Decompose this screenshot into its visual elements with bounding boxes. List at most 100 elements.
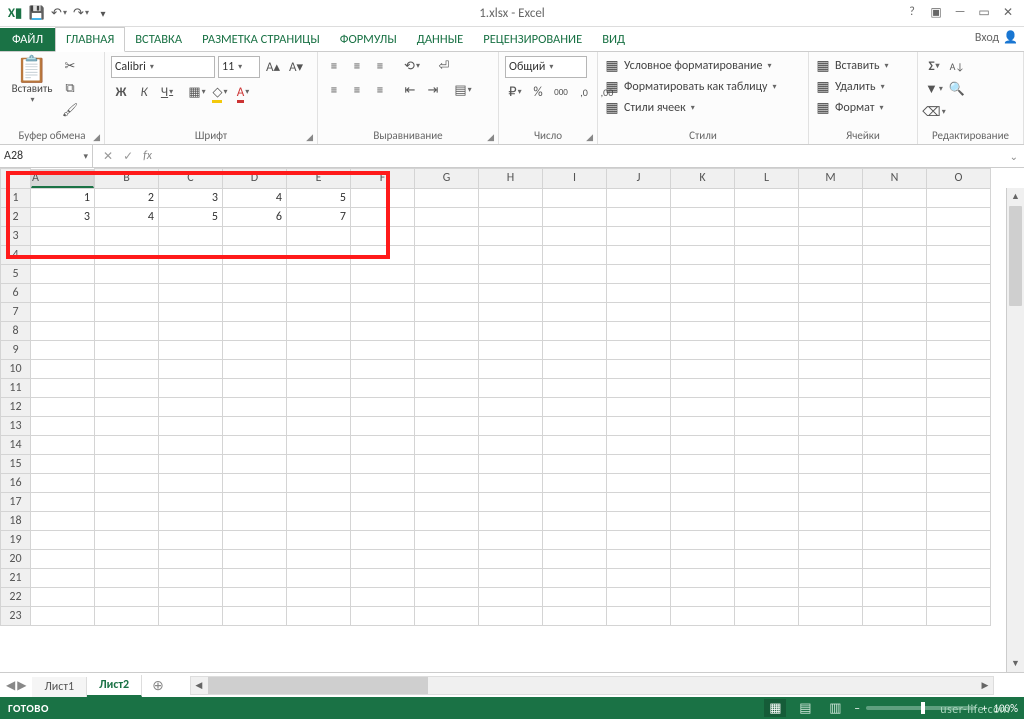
cell[interactable] bbox=[735, 264, 799, 283]
cell[interactable] bbox=[543, 264, 607, 283]
row-header[interactable]: 7 bbox=[1, 302, 31, 321]
cell[interactable] bbox=[671, 492, 735, 511]
column-header[interactable]: K bbox=[671, 169, 735, 189]
cell[interactable] bbox=[799, 549, 863, 568]
cell[interactable] bbox=[287, 530, 351, 549]
cell[interactable] bbox=[351, 340, 415, 359]
cut-icon[interactable]: ✂ bbox=[60, 56, 80, 76]
cell[interactable] bbox=[863, 245, 927, 264]
normal-view-icon[interactable]: ▦ bbox=[764, 699, 786, 717]
wrap-text-icon[interactable]: ⏎ bbox=[434, 56, 454, 76]
cell[interactable] bbox=[735, 435, 799, 454]
sign-in[interactable]: Вход👤 bbox=[975, 30, 1018, 45]
cell[interactable] bbox=[95, 359, 159, 378]
cell[interactable] bbox=[735, 302, 799, 321]
cell[interactable] bbox=[223, 245, 287, 264]
cell[interactable] bbox=[543, 606, 607, 625]
cell[interactable] bbox=[415, 587, 479, 606]
cell[interactable] bbox=[927, 340, 991, 359]
cell[interactable] bbox=[927, 378, 991, 397]
cell[interactable] bbox=[223, 416, 287, 435]
cell[interactable] bbox=[223, 397, 287, 416]
cell[interactable] bbox=[415, 340, 479, 359]
row-header[interactable]: 5 bbox=[1, 264, 31, 283]
cell[interactable] bbox=[927, 264, 991, 283]
cell[interactable] bbox=[351, 264, 415, 283]
align-center-icon[interactable]: ≡ bbox=[347, 80, 367, 100]
tab-review[interactable]: РЕЦЕНЗИРОВАНИЕ bbox=[473, 28, 592, 51]
cell[interactable] bbox=[543, 188, 607, 207]
cell[interactable] bbox=[479, 283, 543, 302]
cell[interactable] bbox=[927, 245, 991, 264]
cell[interactable] bbox=[735, 188, 799, 207]
column-header[interactable]: J bbox=[607, 169, 671, 189]
cell[interactable] bbox=[31, 549, 95, 568]
cell[interactable] bbox=[607, 340, 671, 359]
cell[interactable] bbox=[735, 397, 799, 416]
cell[interactable] bbox=[735, 530, 799, 549]
enter-formula-icon[interactable]: ✓ bbox=[123, 149, 133, 164]
row-header[interactable]: 3 bbox=[1, 226, 31, 245]
cell[interactable] bbox=[863, 378, 927, 397]
cell[interactable] bbox=[351, 492, 415, 511]
cell[interactable] bbox=[159, 302, 223, 321]
cell[interactable] bbox=[479, 264, 543, 283]
undo-icon[interactable]: ↶▾ bbox=[48, 2, 70, 24]
cell[interactable]: 4 bbox=[223, 188, 287, 207]
cell[interactable] bbox=[31, 530, 95, 549]
decrease-indent-icon[interactable]: ⇤ bbox=[400, 80, 420, 100]
align-left-icon[interactable]: ≡ bbox=[324, 80, 344, 100]
cell[interactable] bbox=[863, 454, 927, 473]
cell[interactable] bbox=[31, 492, 95, 511]
cell[interactable] bbox=[479, 245, 543, 264]
cell[interactable] bbox=[863, 435, 927, 454]
cell[interactable] bbox=[95, 416, 159, 435]
minimize-icon[interactable]: — bbox=[948, 0, 972, 24]
cell[interactable] bbox=[607, 568, 671, 587]
cell[interactable]: 4 bbox=[95, 207, 159, 226]
cell[interactable] bbox=[799, 454, 863, 473]
cell[interactable] bbox=[735, 473, 799, 492]
cell[interactable] bbox=[31, 435, 95, 454]
cell[interactable] bbox=[543, 283, 607, 302]
cell[interactable] bbox=[31, 321, 95, 340]
increase-indent-icon[interactable]: ⇥ bbox=[423, 80, 443, 100]
cell[interactable] bbox=[479, 207, 543, 226]
cell[interactable] bbox=[671, 321, 735, 340]
cell[interactable] bbox=[671, 606, 735, 625]
cell[interactable] bbox=[863, 606, 927, 625]
cell[interactable] bbox=[159, 245, 223, 264]
align-right-icon[interactable]: ≡ bbox=[370, 80, 390, 100]
cell[interactable] bbox=[799, 435, 863, 454]
scroll-down-icon[interactable]: ▼ bbox=[1007, 655, 1024, 672]
cell[interactable]: 5 bbox=[159, 207, 223, 226]
delete-cells-button[interactable]: ▦Удалить▾ bbox=[815, 77, 889, 96]
bold-button[interactable]: Ж bbox=[111, 82, 131, 102]
dialog-launcher-icon[interactable]: ◢ bbox=[306, 132, 313, 143]
tab-page-layout[interactable]: РАЗМЕТКА СТРАНИЦЫ bbox=[192, 28, 330, 51]
format-cells-button[interactable]: ▦Формат▾ bbox=[815, 98, 889, 117]
cell[interactable] bbox=[543, 530, 607, 549]
cell[interactable] bbox=[799, 302, 863, 321]
cell[interactable] bbox=[927, 188, 991, 207]
cell[interactable] bbox=[95, 587, 159, 606]
cell[interactable]: 2 bbox=[95, 188, 159, 207]
cell[interactable] bbox=[479, 397, 543, 416]
cell[interactable] bbox=[287, 264, 351, 283]
cell[interactable] bbox=[287, 321, 351, 340]
cell[interactable] bbox=[671, 302, 735, 321]
cell[interactable] bbox=[927, 492, 991, 511]
cell[interactable] bbox=[735, 568, 799, 587]
insert-cells-button[interactable]: ▦Вставить▾ bbox=[815, 56, 889, 75]
cell[interactable] bbox=[287, 435, 351, 454]
cell[interactable] bbox=[159, 283, 223, 302]
cell[interactable] bbox=[927, 587, 991, 606]
tab-file[interactable]: ФАЙЛ bbox=[0, 28, 55, 51]
cell[interactable] bbox=[799, 568, 863, 587]
cell[interactable] bbox=[351, 226, 415, 245]
cell[interactable] bbox=[351, 606, 415, 625]
cell[interactable] bbox=[927, 359, 991, 378]
cell[interactable] bbox=[607, 435, 671, 454]
cell[interactable] bbox=[799, 587, 863, 606]
row-header[interactable]: 11 bbox=[1, 378, 31, 397]
